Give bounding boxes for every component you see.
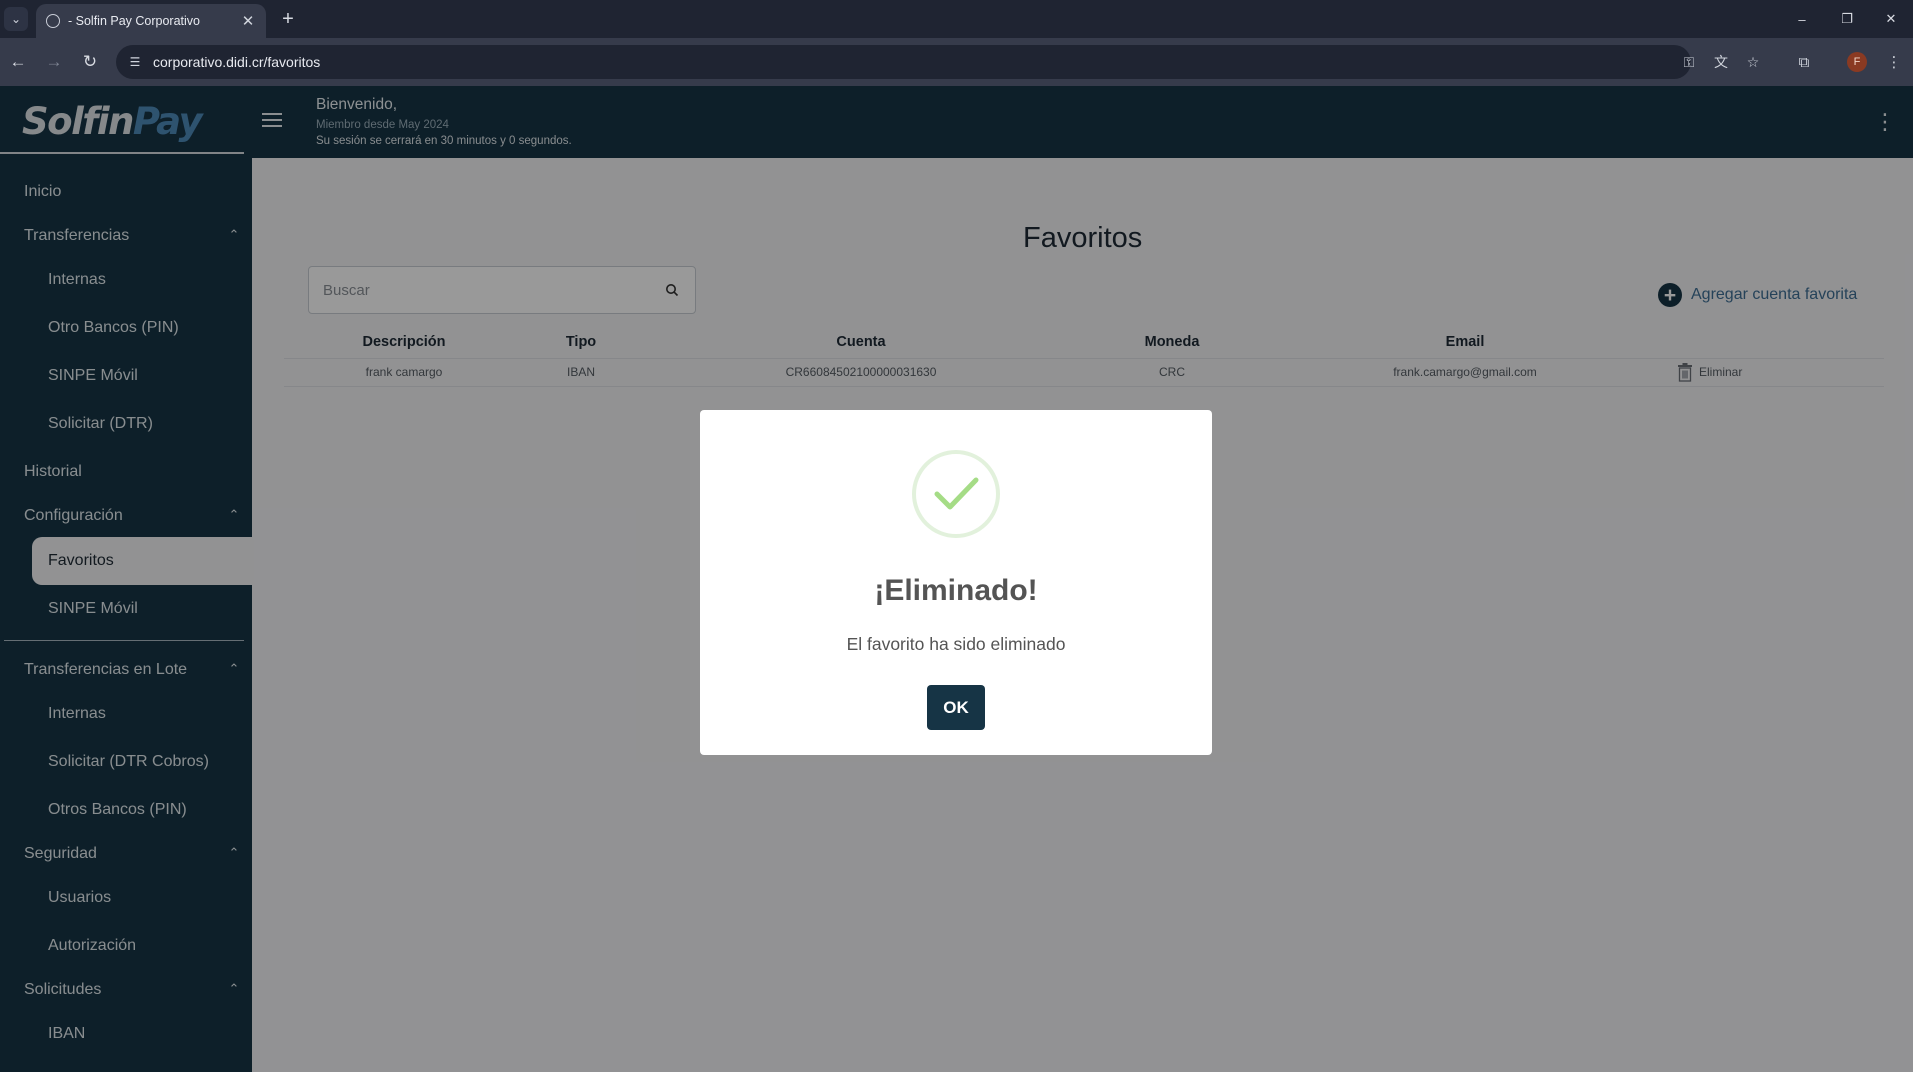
- key-icon[interactable]: ⚿: [1679, 53, 1699, 71]
- browser-tab[interactable]: - Solfin Pay Corporativo ✕: [36, 4, 266, 38]
- forward-arrow-icon[interactable]: →: [42, 50, 66, 74]
- chevron-down-icon[interactable]: ⌄: [4, 7, 28, 31]
- kebab-icon[interactable]: ⋮: [1882, 50, 1906, 74]
- success-dialog: ¡Eliminado! El favorito ha sido eliminad…: [700, 410, 1212, 755]
- plus-icon[interactable]: +: [276, 7, 300, 31]
- ok-button[interactable]: OK: [927, 685, 985, 730]
- dialog-title: ¡Eliminado!: [874, 574, 1038, 607]
- app: SolfinPay Bienvenido, Miembro desde May …: [0, 86, 1913, 1072]
- reload-icon[interactable]: ↻: [78, 50, 102, 74]
- globe-icon: [46, 14, 60, 28]
- dialog-message: El favorito ha sido eliminado: [846, 634, 1066, 654]
- tune-icon[interactable]: ☰: [127, 54, 143, 70]
- success-check-icon: [934, 477, 979, 510]
- url-text[interactable]: corporativo.didi.cr/favoritos: [153, 54, 320, 70]
- minimize-icon[interactable]: –: [1787, 6, 1817, 32]
- browser-tabbar: ⌄ - Solfin Pay Corporativo ✕ + – ❐ ✕: [0, 0, 1913, 38]
- success-check-circle: [912, 450, 1000, 538]
- tab-title: - Solfin Pay Corporativo: [68, 14, 201, 28]
- avatar[interactable]: F: [1847, 52, 1867, 72]
- browser-toolbar: ← → ↻ ☰ corporativo.didi.cr/favoritos ⚿ …: [0, 38, 1913, 86]
- address-bar[interactable]: ☰ corporativo.didi.cr/favoritos ⚿ 文 ☆: [116, 45, 1759, 79]
- puzzle-icon[interactable]: ⧉: [1792, 50, 1816, 74]
- window-close-icon[interactable]: ✕: [1876, 6, 1906, 32]
- translate-icon[interactable]: 文: [1711, 53, 1731, 71]
- restore-icon[interactable]: ❐: [1832, 6, 1862, 32]
- star-icon[interactable]: ☆: [1743, 53, 1763, 71]
- back-arrow-icon[interactable]: ←: [6, 50, 30, 74]
- close-icon[interactable]: ✕: [238, 11, 258, 31]
